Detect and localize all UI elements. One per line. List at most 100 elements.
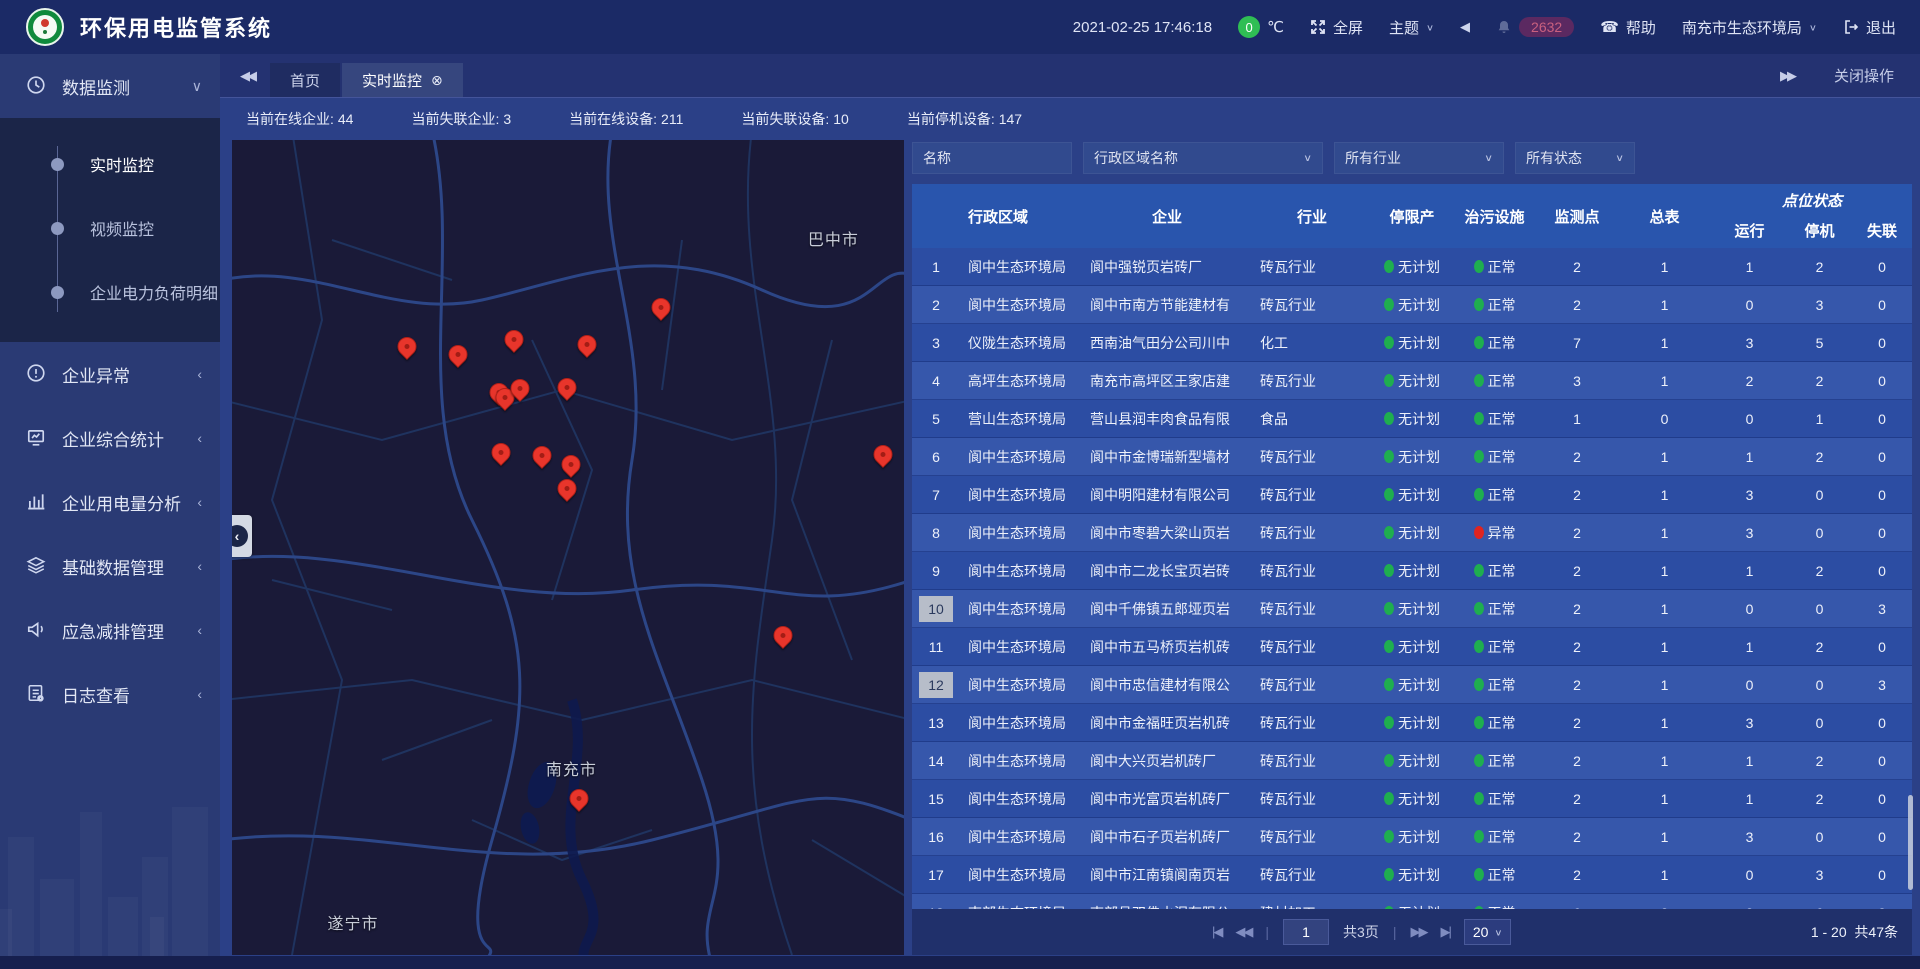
table-row[interactable]: 8阆中生态环境局阆中市枣碧大梁山页岩砖瓦行业无计划异常21300 xyxy=(912,514,1912,552)
cell-rownum: 3 xyxy=(912,330,960,356)
tab-close-icon[interactable]: ⊗ xyxy=(431,72,443,89)
help-button[interactable]: ☎ 帮助 xyxy=(1600,17,1656,38)
cell-region: 阆中生态环境局 xyxy=(960,599,1082,619)
status-dot-icon xyxy=(1384,792,1394,805)
cell-stop: 1 xyxy=(1787,411,1852,427)
cell-industry: 砖瓦行业 xyxy=(1252,485,1372,505)
page-size-select[interactable]: 20 ∨ xyxy=(1464,919,1512,945)
table-row[interactable]: 17阆中生态环境局阆中市江南镇阆南页岩砖瓦行业无计划正常21030 xyxy=(912,856,1912,894)
status-select[interactable]: 所有状态 ∨ xyxy=(1515,142,1635,174)
status-dot-icon xyxy=(1474,526,1484,539)
table-row[interactable]: 3仪陇生态环境局西南油气田分公司川中化工无计划正常71350 xyxy=(912,324,1912,362)
status-dot-icon xyxy=(1384,526,1394,539)
industry-select[interactable]: 所有行业 ∨ xyxy=(1334,142,1504,174)
alert-icon xyxy=(26,363,48,385)
chevron-left-icon: ‹ xyxy=(235,528,240,544)
org-dropdown[interactable]: 南充市生态环境局 ∨ xyxy=(1682,17,1817,38)
table-row[interactable]: 6阆中生态环境局阆中市金博瑞新型墙材砖瓦行业无计划正常21120 xyxy=(912,438,1912,476)
table-row[interactable]: 10阆中生态环境局阆中千佛镇五郎垭页岩砖瓦行业无计划正常21003 xyxy=(912,590,1912,628)
table-row[interactable]: 9阆中生态环境局阆中市二龙长宝页岩砖砖瓦行业无计划正常21120 xyxy=(912,552,1912,590)
status-dot-icon xyxy=(1474,488,1484,501)
cell-run: 3 xyxy=(1712,335,1787,351)
cell-company: 阆中市光富页岩机砖厂 xyxy=(1082,789,1252,809)
table-row[interactable]: 11阆中生态环境局阆中市五马桥页岩机砖砖瓦行业无计划正常21120 xyxy=(912,628,1912,666)
sidebar: 数据监测∨ 实时监控视频监控企业电力负荷明细企业异常‹企业综合统计‹企业用电量分析… xyxy=(0,54,220,969)
cell-limit-status: 无计划 xyxy=(1372,599,1452,619)
cell-rownum: 10 xyxy=(912,596,960,622)
map-panel[interactable]: 巴中市南充市遂宁市 ‹ xyxy=(232,140,904,955)
col-stop: 停机 xyxy=(1787,212,1852,248)
cell-lost: 0 xyxy=(1852,259,1912,275)
cell-meters: 0 xyxy=(1617,411,1712,427)
table-row[interactable]: 12阆中生态环境局阆中市忠信建材有限公砖瓦行业无计划正常21003 xyxy=(912,666,1912,704)
table-row[interactable]: 16阆中生态环境局阆中市石子页岩机砖厂砖瓦行业无计划正常21300 xyxy=(912,818,1912,856)
cell-facility-status: 正常 xyxy=(1452,675,1537,695)
tabs-scroll-left-icon[interactable]: ◀◀ xyxy=(220,68,270,84)
total-pages-label: 共3页 xyxy=(1343,922,1379,942)
sidebar-item-enterprise-abnormal[interactable]: 企业异常‹ xyxy=(0,342,220,406)
theme-dropdown[interactable]: 主题 ∨ xyxy=(1389,17,1434,38)
cell-meters: 1 xyxy=(1617,753,1712,769)
table-row[interactable]: 5营山生态环境局营山县润丰肉食品有限食品无计划正常10010 xyxy=(912,400,1912,438)
cell-points: 2 xyxy=(1537,297,1617,313)
table-scrollbar[interactable] xyxy=(1908,795,1913,890)
cell-lost: 0 xyxy=(1852,791,1912,807)
fullscreen-button[interactable]: 全屏 xyxy=(1310,17,1363,38)
cell-points: 2 xyxy=(1537,677,1617,693)
table-row[interactable]: 13阆中生态环境局阆中市金福旺页岩机砖砖瓦行业无计划正常21300 xyxy=(912,704,1912,742)
cell-stop: 5 xyxy=(1787,335,1852,351)
tab-实时监控[interactable]: 实时监控⊗ xyxy=(342,63,463,97)
logout-button[interactable]: 退出 xyxy=(1843,17,1896,38)
cell-rownum: 7 xyxy=(912,482,960,508)
page-number-input[interactable]: 1 xyxy=(1283,919,1329,945)
close-operations-button[interactable]: 关闭操作 xyxy=(1834,65,1894,86)
notification-widget[interactable]: 2632 xyxy=(1496,17,1574,37)
page-last-icon[interactable]: ▶| xyxy=(1440,924,1449,940)
page-prev-icon[interactable]: ◀◀ xyxy=(1235,924,1251,940)
cell-industry: 砖瓦行业 xyxy=(1252,561,1372,581)
tab-首页[interactable]: 首页 xyxy=(270,63,340,97)
sidebar-item-video-monitor[interactable]: 视频监控 xyxy=(0,196,220,260)
cell-run: 1 xyxy=(1712,639,1787,655)
region-select[interactable]: 行政区域名称 ∨ xyxy=(1083,142,1323,174)
cell-stop: 2 xyxy=(1787,791,1852,807)
sidebar-item-power-load-detail[interactable]: 企业电力负荷明细 xyxy=(0,260,220,324)
table-row[interactable]: 18南部生态环境局南部县双佛水泥有限公建材加工无计划正常60060 xyxy=(912,894,1912,909)
log-icon xyxy=(26,683,48,705)
mute-button[interactable]: ◀ xyxy=(1460,19,1470,35)
chevron-down-icon: ∨ xyxy=(1484,152,1493,163)
table-row[interactable]: 2阆中生态环境局阆中市南方节能建材有砖瓦行业无计划正常21030 xyxy=(912,286,1912,324)
sidebar-item-log-view[interactable]: 日志查看‹ xyxy=(0,662,220,726)
table-row[interactable]: 7阆中生态环境局阆中明阳建材有限公司砖瓦行业无计划正常21300 xyxy=(912,476,1912,514)
cell-company: 阆中强锐页岩砖厂 xyxy=(1082,257,1252,277)
bullet-dot-icon xyxy=(51,286,64,299)
sidebar-item-power-analysis[interactable]: 企业用电量分析‹ xyxy=(0,470,220,534)
map-collapse-toggle[interactable]: ‹ xyxy=(232,515,252,557)
cell-run: 0 xyxy=(1712,297,1787,313)
name-search-input[interactable] xyxy=(912,142,1072,174)
cell-limit-status: 无计划 xyxy=(1372,675,1452,695)
cell-lost: 0 xyxy=(1852,525,1912,541)
status-dot-icon xyxy=(1384,678,1394,691)
tabs-scroll-right-icon[interactable]: ▶▶ xyxy=(1780,68,1794,84)
table-row[interactable]: 14阆中生态环境局阆中大兴页岩机砖厂砖瓦行业无计划正常21120 xyxy=(912,742,1912,780)
page-next-icon[interactable]: ▶▶ xyxy=(1410,924,1426,940)
cell-run: 3 xyxy=(1712,715,1787,731)
table-row[interactable]: 4高坪生态环境局南充市高坪区王家店建砖瓦行业无计划正常31220 xyxy=(912,362,1912,400)
cell-facility-status: 正常 xyxy=(1452,333,1537,353)
page-first-icon[interactable]: |◀ xyxy=(1212,924,1221,940)
sidebar-item-base-data[interactable]: 基础数据管理‹ xyxy=(0,534,220,598)
sidebar-item-emergency-reduction[interactable]: 应急减排管理‹ xyxy=(0,598,220,662)
cell-run: 0 xyxy=(1712,867,1787,883)
cell-limit-status: 无计划 xyxy=(1372,865,1452,885)
cell-stop: 0 xyxy=(1787,829,1852,845)
sidebar-item-data-monitor[interactable]: 数据监测∨ xyxy=(0,54,220,118)
sidebar-item-enterprise-statistics[interactable]: 企业综合统计‹ xyxy=(0,406,220,470)
sidebar-item-realtime-monitor[interactable]: 实时监控 xyxy=(0,132,220,196)
temperature-widget: 0 ℃ xyxy=(1238,16,1284,38)
status-dot-icon xyxy=(1384,640,1394,653)
cell-industry: 砖瓦行业 xyxy=(1252,713,1372,733)
cell-points: 2 xyxy=(1537,753,1617,769)
table-row[interactable]: 1阆中生态环境局阆中强锐页岩砖厂砖瓦行业无计划正常21120 xyxy=(912,248,1912,286)
table-row[interactable]: 15阆中生态环境局阆中市光富页岩机砖厂砖瓦行业无计划正常21120 xyxy=(912,780,1912,818)
